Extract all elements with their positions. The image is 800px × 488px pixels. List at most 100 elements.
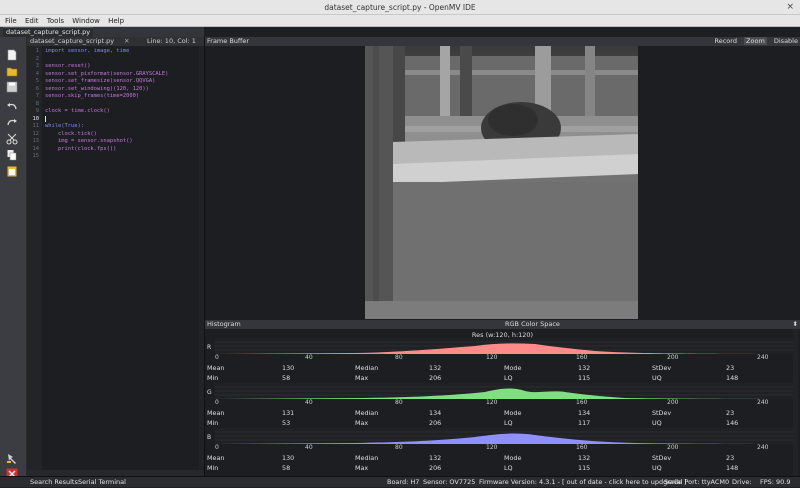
axis-tick-label: 0 bbox=[215, 399, 219, 406]
stat-label-lq: LQ bbox=[504, 419, 513, 427]
stat-value-max: 206 bbox=[429, 419, 442, 427]
histogram-label: Histogram bbox=[207, 320, 241, 328]
stat-label-stdev: StDev bbox=[652, 409, 672, 417]
code-line[interactable] bbox=[45, 153, 204, 161]
cut-icon[interactable] bbox=[6, 133, 20, 145]
fps-status: FPS: 90.9 bbox=[760, 478, 791, 486]
stat-value-uq: 148 bbox=[726, 464, 739, 472]
axis-tick-label: 80 bbox=[395, 354, 403, 361]
paste-icon[interactable] bbox=[6, 165, 20, 177]
close-window-icon[interactable]: × bbox=[786, 0, 794, 15]
line-number: 15 bbox=[32, 153, 40, 159]
code-editor[interactable]: 1 2 3 4 5 6 7 8 9 10 11 12 13 14 15 import sensor, ima… bbox=[27, 46, 204, 476]
color-space-select[interactable]: RGB Color Space bbox=[505, 320, 560, 329]
code-line[interactable] bbox=[45, 115, 204, 124]
menu-help[interactable]: Help bbox=[108, 17, 124, 25]
code-line[interactable]: sensor.reset() bbox=[45, 63, 204, 71]
status-bar: Search Results Serial Terminal Board: H7… bbox=[0, 476, 800, 487]
code-line[interactable]: sensor.skip_frames(time=2000) bbox=[45, 93, 204, 101]
axis-tick-label: 120 bbox=[486, 399, 498, 406]
axis-tick-label: 240 bbox=[757, 444, 769, 451]
stat-label-median: Median bbox=[355, 364, 379, 372]
histogram-panel: Res (w:120, h:120) R 0 40 80 120 160 200 240 Mea… bbox=[205, 329, 800, 476]
connect-icon[interactable] bbox=[6, 452, 20, 464]
line-number: 6 bbox=[35, 85, 39, 92]
line-number: 1 bbox=[35, 48, 39, 54]
stat-value-max: 206 bbox=[429, 374, 442, 382]
tab-dataset-capture-script[interactable]: dataset_capture_script.py bbox=[3, 27, 94, 37]
stat-label-min: Min bbox=[207, 374, 219, 382]
stat-label-uq: UQ bbox=[652, 374, 662, 382]
code-line[interactable] bbox=[45, 56, 204, 64]
zoom-button[interactable]: Zoom bbox=[744, 37, 767, 45]
stat-value-stdev: 23 bbox=[726, 409, 735, 417]
stat-value-min: 58 bbox=[282, 464, 291, 472]
stat-label-mean: Mean bbox=[207, 409, 225, 417]
stat-value-mean: 131 bbox=[282, 409, 295, 417]
code-line[interactable]: clock = time.clock() bbox=[45, 108, 204, 116]
stat-label-max: Max bbox=[355, 419, 369, 427]
code-line[interactable] bbox=[45, 101, 204, 109]
histogram-scrollbar[interactable] bbox=[793, 329, 798, 476]
axis-tick-label: 0 bbox=[215, 444, 219, 451]
code-line[interactable]: img = sensor.snapshot() bbox=[45, 138, 204, 146]
line-number: 13 bbox=[32, 138, 40, 144]
stat-label-mode: Mode bbox=[504, 409, 522, 417]
code-area[interactable]: import sensor, image, time sensor.reset()… bbox=[45, 46, 204, 161]
firmware-status[interactable]: Firmware Version: 4.3.1 - [ out of date … bbox=[479, 477, 687, 488]
line-number: 5 bbox=[35, 78, 39, 84]
disable-button[interactable]: Disable bbox=[774, 37, 798, 45]
stat-value-mode: 132 bbox=[578, 454, 591, 462]
frame-buffer-header: Frame Buffer Record Zoom Disable bbox=[205, 37, 800, 46]
axis-tick-label: 160 bbox=[576, 399, 588, 406]
undo-icon[interactable] bbox=[6, 101, 20, 113]
stat-label-mode: Mode bbox=[504, 454, 522, 462]
redo-icon[interactable] bbox=[6, 117, 20, 129]
copy-icon[interactable] bbox=[6, 149, 20, 161]
axis-tick-label: 40 bbox=[305, 399, 313, 406]
drive-status[interactable]: Drive: bbox=[732, 477, 752, 488]
stat-value-min: 53 bbox=[282, 419, 291, 427]
channel-label: B bbox=[207, 434, 212, 441]
stats-row: Mean 131 Median 134 Mode 134 StDev 23 bbox=[205, 408, 800, 418]
axis-tick-label: 40 bbox=[305, 444, 313, 451]
close-document-icon[interactable]: ✕ bbox=[124, 37, 129, 46]
stat-label-stdev: StDev bbox=[652, 364, 672, 372]
serial-port-status[interactable]: Serial Port: ttyACM0 bbox=[664, 477, 729, 488]
board-status[interactable]: Board: H7 bbox=[387, 477, 419, 488]
stat-value-mode: 132 bbox=[578, 364, 591, 372]
line-number: 4 bbox=[35, 70, 39, 77]
axis-tick-label: 200 bbox=[667, 444, 679, 451]
menu-file[interactable]: File bbox=[5, 17, 17, 25]
stat-value-mean: 130 bbox=[282, 364, 295, 372]
new-file-icon[interactable] bbox=[6, 49, 20, 61]
code-line[interactable]: sensor.set_windowing((120, 120)) bbox=[45, 86, 204, 94]
search-results-tab[interactable]: Search Results bbox=[30, 477, 78, 488]
open-file-icon[interactable] bbox=[6, 65, 20, 77]
code-line[interactable]: import sensor, image, time bbox=[45, 48, 204, 56]
menu-window[interactable]: Window bbox=[72, 17, 100, 25]
color-space-dropdown-icon[interactable]: ⬍ bbox=[793, 320, 798, 329]
histogram-channel-b: B 0 40 80 120 160 200 240 Mean 130 Median 132 Mode 13… bbox=[205, 428, 800, 474]
code-line[interactable]: clock.tick() bbox=[45, 131, 204, 139]
stat-value-mean: 130 bbox=[282, 454, 295, 462]
stat-label-min: Min bbox=[207, 464, 219, 472]
serial-terminal-tab[interactable]: Serial Terminal bbox=[78, 477, 126, 488]
stats-row: Mean 130 Median 132 Mode 132 StDev 23 bbox=[205, 363, 800, 373]
code-line[interactable]: while(True): bbox=[45, 123, 204, 131]
line-number: 2 bbox=[35, 55, 39, 62]
record-button[interactable]: Record bbox=[715, 37, 737, 45]
menu-tools[interactable]: Tools bbox=[47, 17, 64, 25]
menu-edit[interactable]: Edit bbox=[25, 17, 39, 25]
code-line[interactable]: sensor.set_framesize(sensor.QQVGA) bbox=[45, 78, 204, 86]
code-line[interactable]: sensor.set_pixformat(sensor.GRAYSCALE) bbox=[45, 71, 204, 79]
stats-row: Min 58 Max 206 LQ 115 UQ 148 bbox=[205, 463, 800, 473]
stat-value-uq: 146 bbox=[726, 419, 739, 427]
save-file-icon[interactable] bbox=[6, 81, 20, 93]
stat-value-uq: 148 bbox=[726, 374, 739, 382]
axis-tick-label: 40 bbox=[305, 354, 313, 361]
stat-label-uq: UQ bbox=[652, 464, 662, 472]
editor-file-name[interactable]: dataset_capture_script.py bbox=[30, 37, 114, 46]
axis-tick-label: 80 bbox=[395, 444, 403, 451]
code-line[interactable]: print(clock.fps()) bbox=[45, 146, 204, 154]
